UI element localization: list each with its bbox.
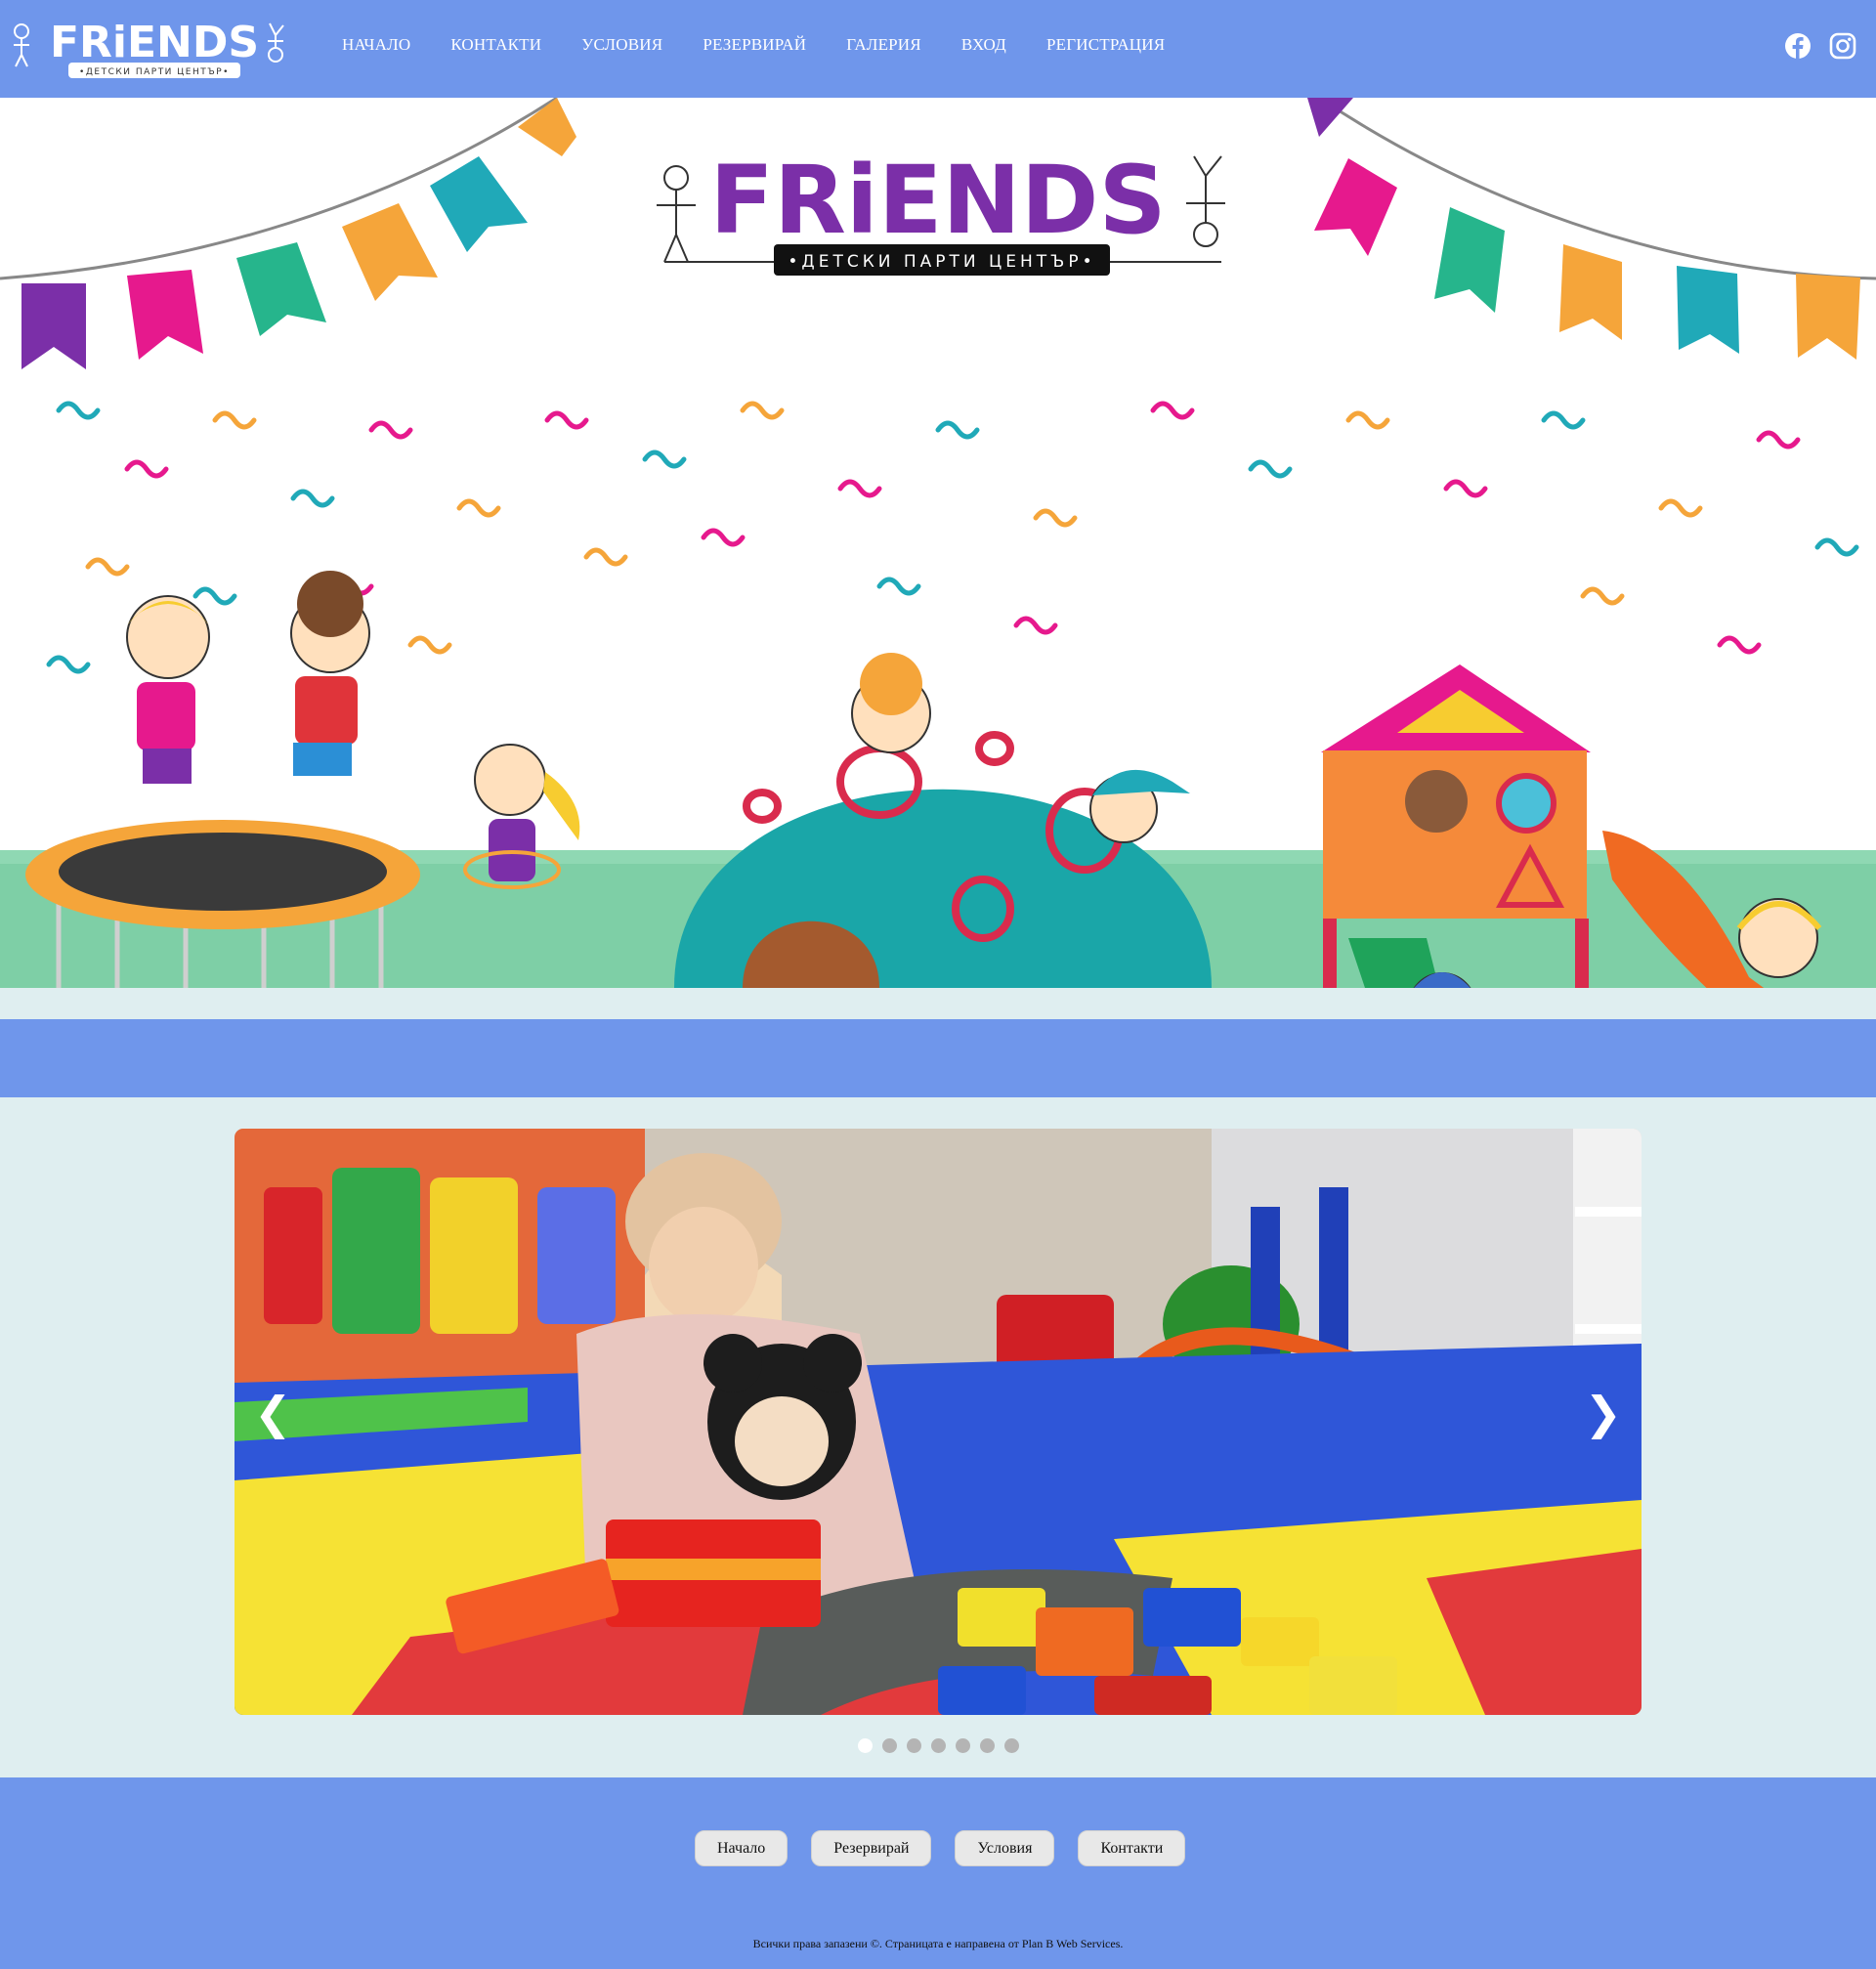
site-logo[interactable]: FRiENDS •ДЕТСКИ ПАРТИ ЦЕНТЪР• [8,14,293,82]
carousel-dot[interactable] [1004,1738,1019,1753]
carousel-dot[interactable] [882,1738,897,1753]
playhouse [1321,664,1822,988]
footer-reserve-button[interactable]: Резервирай [811,1830,932,1866]
footer-terms-button[interactable]: Условия [955,1830,1055,1866]
hero-banner: FRiENDS •ДЕТСКИ ПАРТИ ЦЕНТЪР• [0,98,1876,988]
nav-reserve[interactable]: РЕЗЕРВИРАЙ [703,35,806,55]
nav-register[interactable]: РЕГИСТРАЦИЯ [1046,35,1165,55]
nav-login[interactable]: ВХОД [961,35,1006,55]
section-divider-bar [0,1019,1876,1097]
instagram-icon[interactable] [1829,32,1856,60]
nav-gallery[interactable]: ГАЛЕРИЯ [846,35,921,55]
carousel-dot[interactable] [858,1738,873,1753]
image-carousel: ❮ ❯ [234,1129,1642,1715]
footer-contacts-button[interactable]: Контакти [1078,1830,1186,1866]
svg-text:FRiENDS: FRiENDS [50,18,259,67]
carousel-indicators [858,1738,1029,1753]
carousel-dot[interactable] [931,1738,946,1753]
footer-home-button[interactable]: Начало [695,1830,789,1866]
climbing-dome [674,653,1212,988]
carousel-slide-image [234,1129,1642,1715]
nav-terms[interactable]: УСЛОВИЯ [581,35,662,55]
spacer [0,988,1876,1019]
carousel-dot[interactable] [907,1738,921,1753]
carousel-dot[interactable] [980,1738,995,1753]
carousel-next-button[interactable]: ❯ [1584,1391,1622,1435]
svg-text:•ДЕТСКИ ПАРТИ ЦЕНТЪР•: •ДЕТСКИ ПАРТИ ЦЕНТЪР• [79,67,230,77]
gallery-section: ❮ ❯ [0,1097,1876,1777]
facebook-icon[interactable] [1784,32,1812,60]
nav-contacts[interactable]: КОНТАКТИ [450,35,541,55]
bunting-left [21,98,576,369]
hero-illustration: FRiENDS •ДЕТСКИ ПАРТИ ЦЕНТЪР• [0,98,1876,988]
carousel-prev-button[interactable]: ❮ [254,1391,292,1435]
svg-text:FRiENDS: FRiENDS [709,146,1166,255]
footer-nav: Начало Резервирай Условия Контакти [695,1830,1209,1866]
carousel-dot[interactable] [956,1738,970,1753]
copyright-text: Всички права запазени ©. Страницата е на… [752,1937,1124,1950]
svg-text:•ДЕТСКИ ПАРТИ ЦЕНТЪР•: •ДЕТСКИ ПАРТИ ЦЕНТЪР• [788,252,1095,272]
footer: Начало Резервирай Условия Контакти Всичк… [0,1777,1876,1969]
top-navbar: FRiENDS •ДЕТСКИ ПАРТИ ЦЕНТЪР• НАЧАЛО КОН… [0,0,1876,98]
nav-home[interactable]: НАЧАЛО [342,35,410,55]
main-nav: НАЧАЛО КОНТАКТИ УСЛОВИЯ РЕЗЕРВИРАЙ ГАЛЕР… [342,35,1205,55]
bunting-right [1307,98,1860,360]
hero-logo: FRiENDS •ДЕТСКИ ПАРТИ ЦЕНТЪР• [657,146,1225,276]
